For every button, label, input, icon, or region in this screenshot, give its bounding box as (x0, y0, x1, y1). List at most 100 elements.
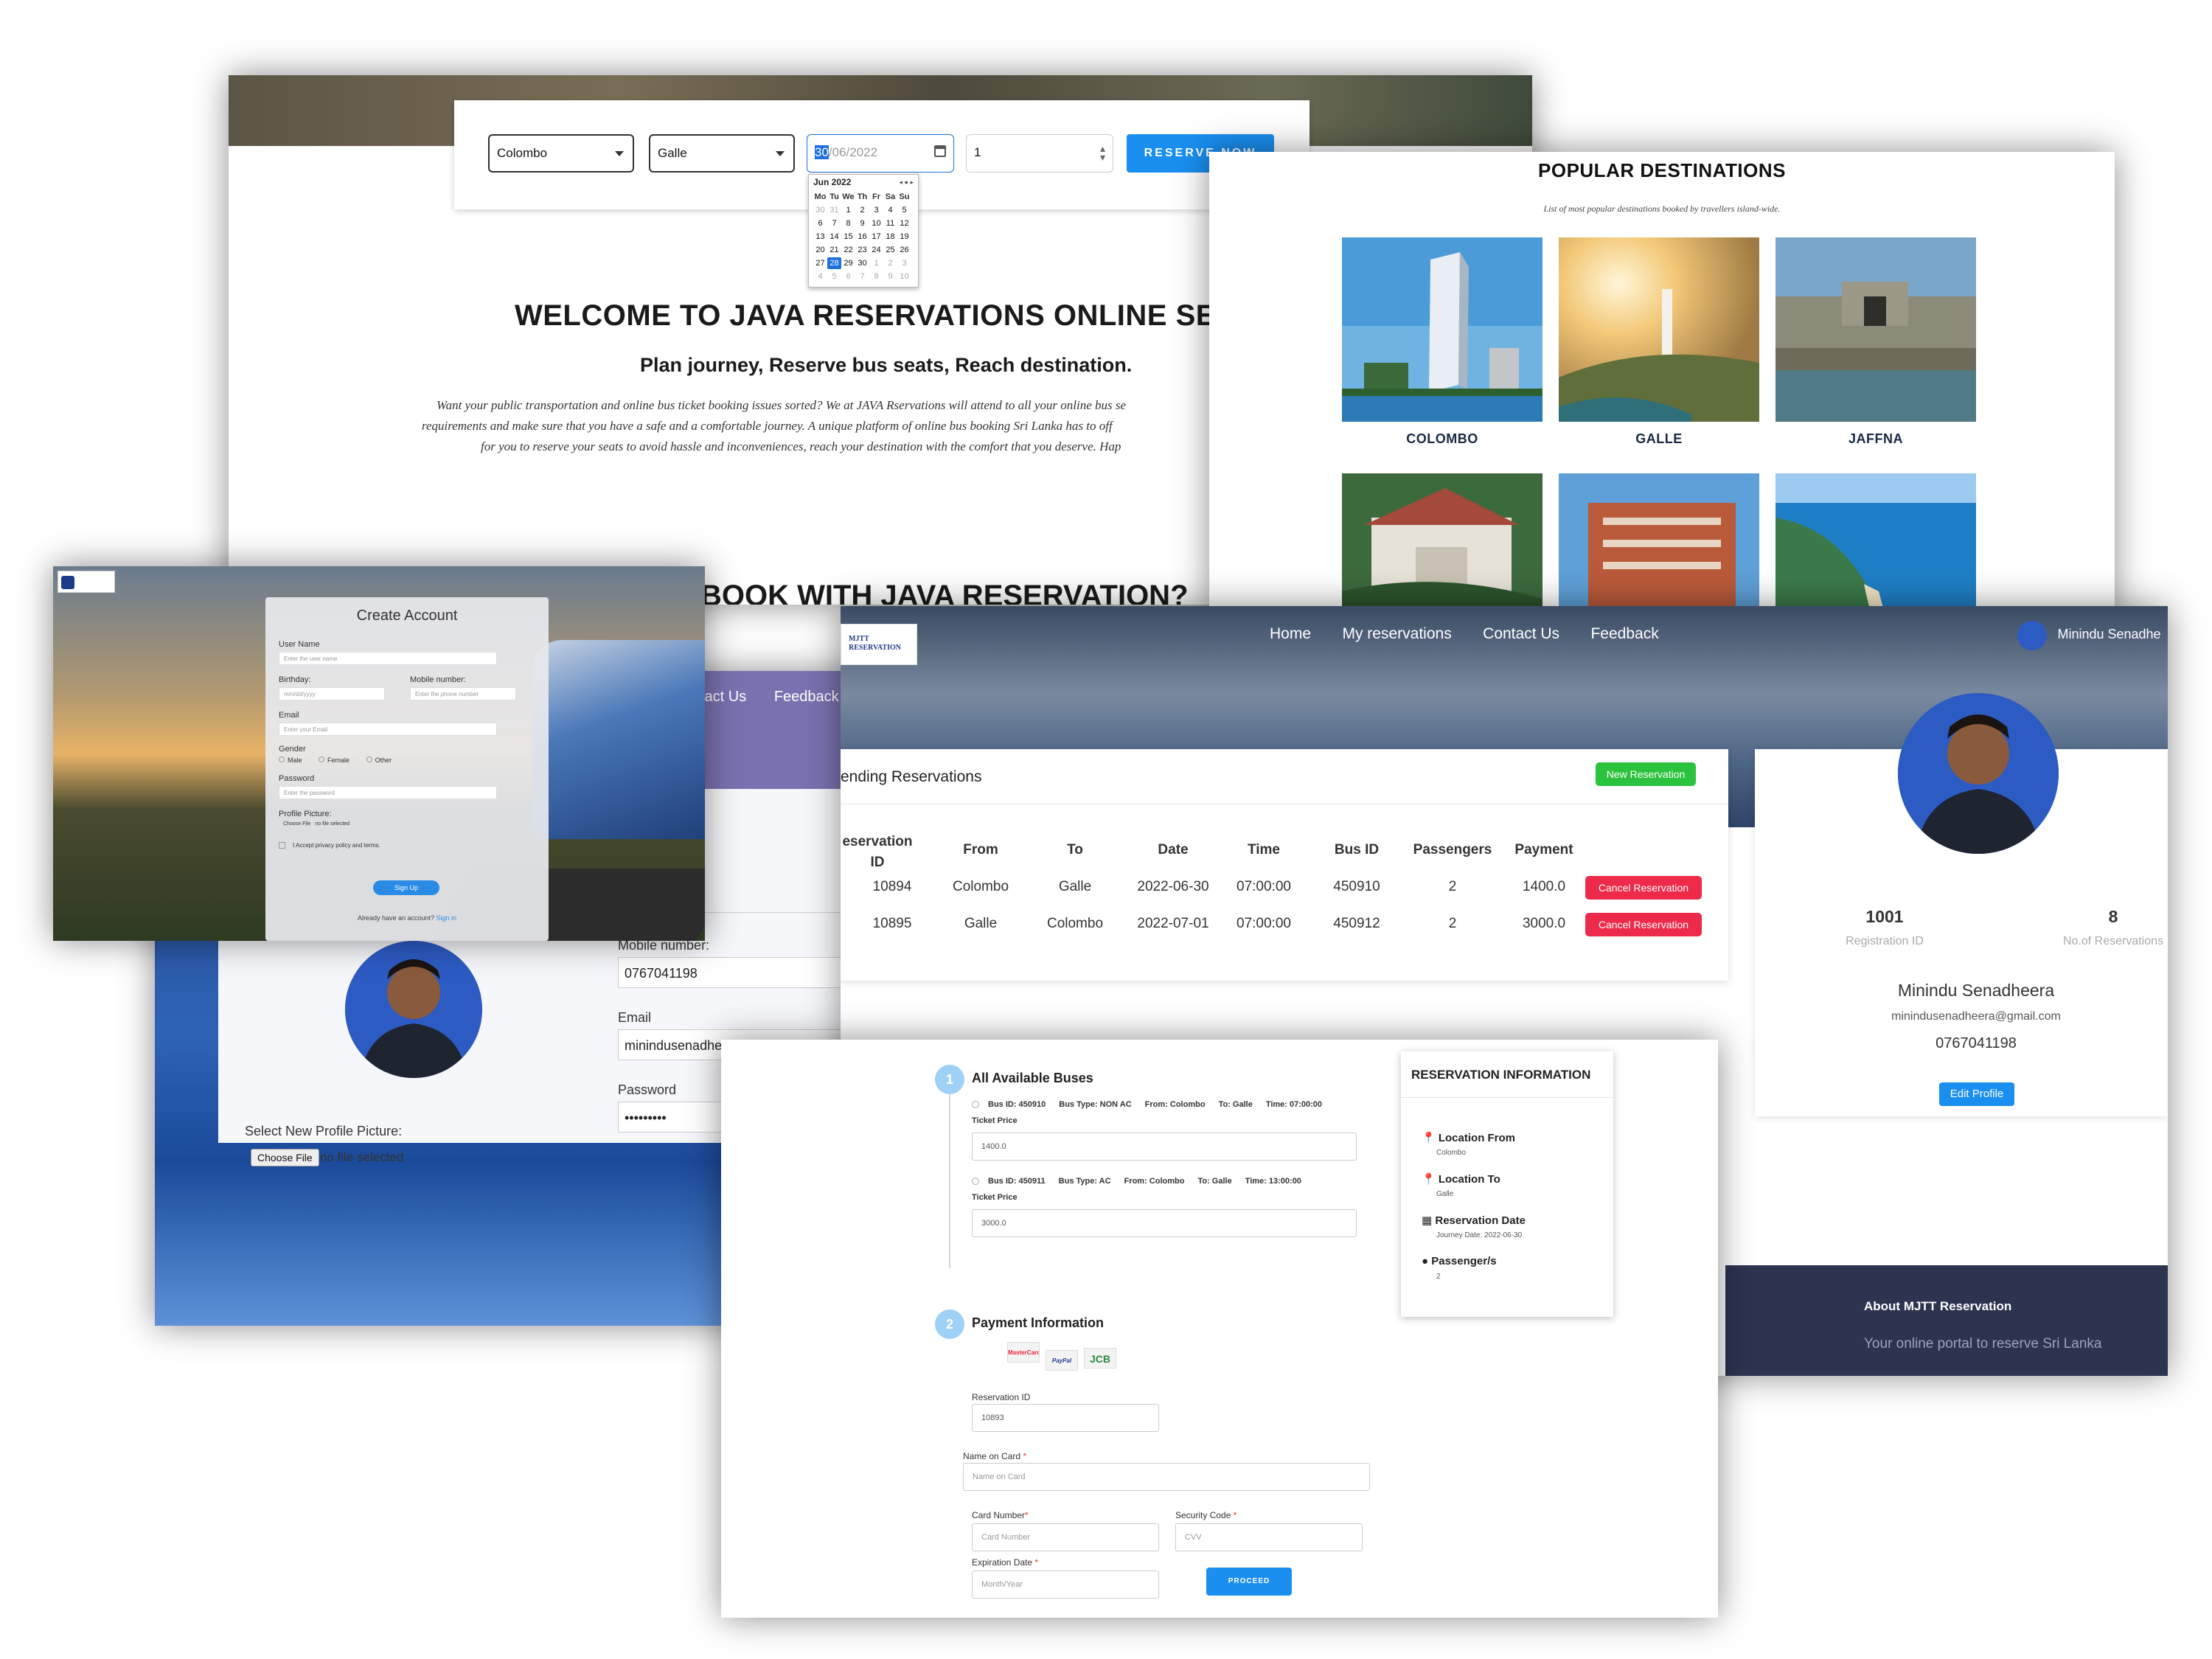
calendar-day[interactable]: 2 (883, 257, 897, 269)
footer (1725, 1265, 2168, 1376)
calendar-day[interactable]: 25 (883, 244, 897, 256)
cancel-reservation-button[interactable]: Cancel Reservation (1585, 876, 1702, 900)
calendar-day[interactable]: 28 (827, 257, 841, 269)
calendar-day[interactable]: 5 (897, 204, 911, 216)
colombo-image (1342, 237, 1543, 422)
calendar-day[interactable]: 7 (827, 218, 841, 229)
signup-button[interactable]: Sign Up (373, 880, 439, 895)
signin-link[interactable]: Sign in (437, 914, 457, 922)
to-select[interactable]: Galle (649, 134, 795, 173)
nav-contact-us[interactable]: tact Us (700, 689, 746, 705)
calendar-day[interactable]: 13 (813, 231, 827, 243)
calendar-day[interactable]: 14 (827, 231, 841, 243)
calendar-day[interactable]: 24 (869, 244, 883, 256)
radio-icon[interactable] (279, 757, 285, 762)
calendar-day[interactable]: 2 (855, 204, 869, 216)
calendar-day[interactable]: 19 (897, 231, 911, 243)
calendar-day[interactable]: 21 (827, 244, 841, 256)
choose-file-button[interactable]: Choose File (283, 821, 310, 827)
calendar-nav-icons[interactable]: ◂ ● ▸ (900, 175, 914, 189)
calendar-icon[interactable] (934, 145, 946, 157)
calendar-day[interactable]: 31 (827, 204, 841, 216)
calendar-day[interactable]: 10 (897, 271, 911, 282)
calendar-day[interactable]: 1 (869, 257, 883, 269)
expiration-date-input[interactable]: Month/Year (972, 1571, 1159, 1599)
destination-card-jaffna[interactable]: JAFFNA (1775, 237, 1976, 456)
birthday-input[interactable]: mm/dd/yyyy (279, 687, 385, 700)
file-picker[interactable]: Choose File no file selected (283, 821, 349, 827)
calendar-day[interactable]: 22 (841, 244, 855, 256)
bus-option[interactable]: Bus ID: 450911 Bus Type: AC From: Colombo T… (972, 1177, 1385, 1202)
checkbox-icon[interactable] (279, 842, 285, 849)
cancel-reservation-button[interactable]: Cancel Reservation (1585, 913, 1702, 936)
mobile-field[interactable]: 0767041198 (618, 957, 869, 988)
calendar-day[interactable]: 15 (841, 231, 855, 243)
email-input[interactable]: Enter your Email (279, 723, 497, 736)
calendar-day[interactable]: 8 (869, 271, 883, 282)
user-menu[interactable]: Minindu Senadhe (2017, 621, 2161, 650)
choose-file-button[interactable]: Choose File (251, 1149, 319, 1166)
destination-card-colombo[interactable]: COLOMBO (1342, 237, 1543, 456)
nav-feedback[interactable]: Feedback (1590, 625, 1658, 642)
destination-card[interactable] (1775, 473, 1976, 624)
calendar-day[interactable]: 17 (869, 231, 883, 243)
date-input[interactable]: 30/06/2022 (807, 134, 954, 173)
mobile-input[interactable]: Enter the phone number (410, 687, 516, 700)
edit-profile-button[interactable]: Edit Profile (1939, 1082, 2014, 1106)
calendar-day[interactable]: 3 (869, 204, 883, 216)
calendar-day[interactable]: 23 (855, 244, 869, 256)
calendar-day[interactable]: 6 (841, 271, 855, 282)
calendar-day[interactable]: 10 (869, 218, 883, 229)
expiration-date-label-text: Expiration Date (972, 1557, 1033, 1568)
bus-option[interactable]: Bus ID: 450910 Bus Type: NON AC From: Colo… (972, 1100, 1385, 1125)
calendar-day[interactable]: 1 (841, 204, 855, 216)
calendar-day[interactable]: 20 (813, 244, 827, 256)
calendar-day[interactable]: 9 (883, 271, 897, 282)
security-code-input[interactable]: CVV (1175, 1523, 1363, 1551)
calendar-day[interactable]: 5 (827, 271, 841, 282)
destination-card[interactable] (1559, 473, 1759, 624)
calendar-day[interactable]: 8 (841, 218, 855, 229)
radio-icon[interactable] (366, 757, 372, 762)
card-number-input[interactable]: Card Number (972, 1523, 1159, 1551)
passenger-count-input[interactable]: 1 ▴ ▾ (966, 134, 1113, 173)
card-number-label: Card Number* (972, 1510, 1029, 1520)
signin-prompt-text: Already have an account? (357, 914, 435, 922)
password-input[interactable]: Enter the password (279, 786, 497, 799)
destination-card-galle[interactable]: GALLE (1559, 237, 1759, 456)
calendar-day[interactable]: 4 (883, 204, 897, 216)
calendar-day[interactable]: 9 (855, 218, 869, 229)
calendar-day[interactable]: 12 (897, 218, 911, 229)
nav-contact-us[interactable]: Contact Us (1483, 625, 1559, 642)
calendar-day[interactable]: 16 (855, 231, 869, 243)
calendar-day[interactable]: 29 (841, 257, 855, 269)
from-select[interactable]: Colombo (488, 134, 634, 173)
calendar-day[interactable]: 4 (813, 271, 827, 282)
calendar-day[interactable]: 7 (855, 271, 869, 282)
calendar-day[interactable]: 26 (897, 244, 911, 256)
calendar-day[interactable]: 30 (813, 204, 827, 216)
stepper-icon[interactable]: ▴ ▾ (1100, 143, 1105, 162)
user-name-input[interactable]: Enter the user name (279, 652, 497, 665)
radio-icon[interactable] (319, 757, 325, 762)
calendar-grid[interactable]: Mo Tu We Th Fr Sa Su 30 31 1 2 3 4 5 6 7 8 9 10 11 12 13 14 15 1… (809, 189, 918, 284)
calendar-day[interactable]: 11 (883, 218, 897, 229)
name-on-card-input[interactable]: Name on Card (963, 1463, 1370, 1491)
nav-feedback[interactable]: Feedback (774, 689, 839, 705)
calendar-day[interactable]: 30 (855, 257, 869, 269)
radio-icon[interactable] (972, 1178, 979, 1186)
calendar-day[interactable]: 6 (813, 218, 827, 229)
nav-home[interactable]: Home (1270, 625, 1311, 642)
nav-my-reservations[interactable]: My reservations (1342, 625, 1451, 642)
calendar-day[interactable]: 27 (813, 257, 827, 269)
date-picker-popup[interactable]: Jun 2022 ◂ ● ▸ Mo Tu We Th Fr Sa Su 30 31 1 2 3 4 5 6 7… (808, 174, 919, 288)
new-reservation-button[interactable]: New Reservation (1596, 762, 1696, 786)
radio-icon[interactable] (972, 1101, 979, 1109)
calendar-day[interactable]: 18 (883, 231, 897, 243)
calendar-day[interactable]: 3 (897, 257, 911, 269)
avatar (2017, 621, 2047, 650)
proceed-button[interactable]: PROCEED (1206, 1568, 1292, 1596)
logo-text: MJTT RESERVATION (849, 635, 901, 652)
col-from: From (963, 842, 998, 858)
destination-card[interactable] (1342, 473, 1543, 624)
